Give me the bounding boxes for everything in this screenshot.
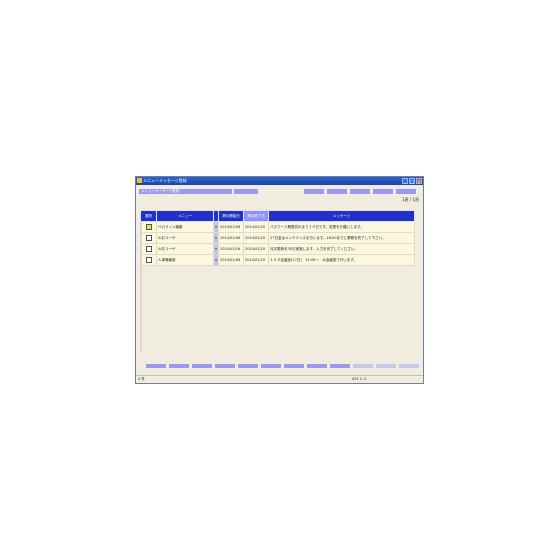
menu-cell: ベロライン編集 [156, 221, 214, 233]
checkbox[interactable] [145, 235, 152, 241]
function-button-4[interactable] [215, 364, 235, 368]
message-cell: 27日金はメンテナンスを行います。16:00までに業務を終了して下さい。 [268, 232, 415, 244]
header-message: メッセージ [268, 210, 415, 222]
function-button-9[interactable] [330, 364, 350, 368]
main-window: メニューメッセージ登録 _ □ × メニューメッセージ登録 1頁 / 1頁 選択… [135, 176, 424, 384]
function-button-1[interactable] [146, 364, 166, 368]
message-table: 選択 メニュー 掲示開始日 掲示終了日 メッセージ ベロライン編集 ▾ 2014… [140, 210, 415, 266]
checkbox[interactable] [145, 257, 152, 263]
menu-cell: 人事情報用 [156, 254, 214, 266]
toolbar-button-4[interactable] [373, 189, 393, 194]
row-select[interactable] [140, 232, 157, 244]
function-button-3[interactable] [192, 364, 212, 368]
function-button-6[interactable] [261, 364, 281, 368]
table-row[interactable]: 人事情報用 ▾ 2014/01/06 2014/01/20 １５０会議室(17日… [140, 254, 415, 266]
function-button-7[interactable] [284, 364, 304, 368]
function-button-12[interactable] [399, 364, 419, 368]
start-date-cell: 2014/01/06 [218, 254, 244, 266]
end-date-cell: 2014/01/20 [243, 232, 269, 244]
end-date-cell: 2014/01/20 [243, 243, 269, 255]
close-button[interactable]: × [416, 178, 422, 184]
window-title: メニューメッセージ登録 [143, 178, 187, 183]
header-end-date: 掲示終了日 [243, 210, 269, 222]
vertical-scrollbar[interactable] [140, 222, 142, 352]
minimize-button[interactable]: _ [402, 178, 408, 184]
table-row[interactable]: ベロライン編集 ▾ 2014/01/06 2014/01/20 パスワード期限切… [140, 221, 415, 233]
header-menu: メニュー [156, 210, 214, 222]
checkbox[interactable] [145, 246, 152, 252]
toolbar-button-3[interactable] [350, 189, 370, 194]
message-cell: 月次更新を30日実施します。入力を完了してください。 [268, 243, 415, 255]
table-header-row: 選択 メニュー 掲示開始日 掲示終了日 メッセージ [140, 210, 415, 222]
maximize-button[interactable]: □ [409, 178, 415, 184]
start-date-cell: 2014/01/16 [218, 243, 244, 255]
form-title: メニューメッセージ登録 [139, 189, 232, 194]
row-select[interactable] [140, 254, 157, 266]
header-select: 選択 [140, 210, 157, 222]
status-count: 4 件 [138, 377, 145, 381]
header-start-date: 掲示開始日 [218, 210, 244, 222]
function-button-2[interactable] [169, 364, 189, 368]
row-select[interactable] [140, 243, 157, 255]
table-row[interactable]: わおユーザ ▾ 2014/01/06 2014/01/20 27日金はメンテナン… [140, 232, 415, 244]
start-date-cell: 2014/01/06 [218, 221, 244, 233]
checkbox[interactable] [145, 224, 152, 230]
message-cell: １５０会議室(17日) 15:00～ 大会議室で行います。 [268, 254, 415, 266]
message-cell: パスワード期限切れまで１０日です。変更をお願いします。 [268, 221, 415, 233]
function-button-5[interactable] [238, 364, 258, 368]
form-subtitle-box [234, 189, 258, 194]
row-select[interactable] [140, 221, 157, 233]
page-indicator: 1頁 / 1頁 [402, 197, 419, 202]
toolbar-button-5[interactable] [396, 189, 416, 194]
status-bar: 4 件 001 1 :2 [136, 375, 423, 383]
function-button-10[interactable] [353, 364, 373, 368]
title-bar[interactable]: メニューメッセージ登録 _ □ × [136, 177, 423, 185]
menu-cell: わおユーザ [156, 232, 214, 244]
toolbar-button-1[interactable] [304, 189, 324, 194]
table-row[interactable]: わおユーザ ▾ 2014/01/16 2014/01/20 月次更新を30日実施… [140, 243, 415, 255]
end-date-cell: 2014/01/20 [243, 254, 269, 266]
end-date-cell: 2014/01/20 [243, 221, 269, 233]
toolbar-button-2[interactable] [327, 189, 347, 194]
menu-cell: わおユーザ [156, 243, 214, 255]
function-button-11[interactable] [376, 364, 396, 368]
status-position: 001 1 :2 [352, 377, 367, 381]
start-date-cell: 2014/01/06 [218, 232, 244, 244]
function-button-8[interactable] [307, 364, 327, 368]
app-icon [137, 178, 142, 183]
